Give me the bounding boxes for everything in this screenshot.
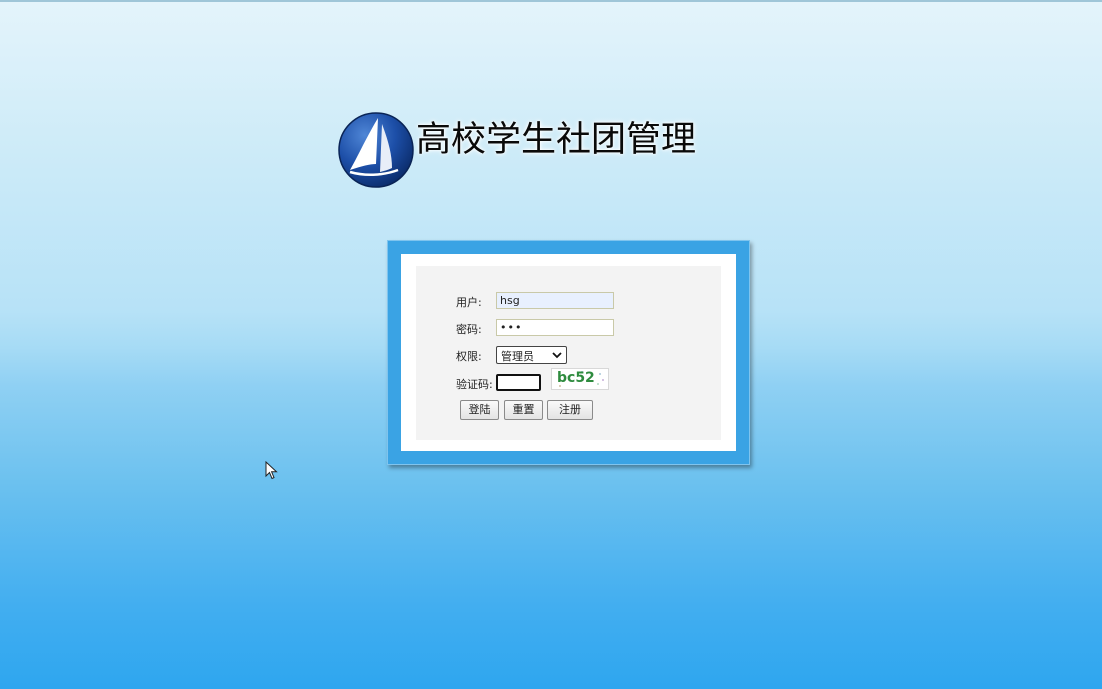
user-label: 用户: [456, 296, 482, 309]
app-title: 高校学生社团管理 [416, 120, 697, 160]
login-panel-inner: 用户: 密码: 权限: 管理员 验证码: [401, 254, 736, 451]
role-selected-value: 管理员 [501, 350, 534, 363]
register-button[interactable]: 注册 [547, 400, 593, 420]
password-input[interactable] [496, 319, 614, 336]
role-select[interactable]: 管理员 [496, 346, 567, 364]
user-input[interactable] [496, 292, 614, 309]
login-form: 用户: 密码: 权限: 管理员 验证码: [416, 266, 721, 440]
top-border-line [0, 0, 1102, 2]
captcha-text: bc52 [557, 370, 595, 386]
reset-button[interactable]: 重置 [504, 400, 543, 420]
app-header: 高校学生社团管理 [336, 110, 716, 194]
login-button[interactable]: 登陆 [460, 400, 499, 420]
password-label: 密码: [456, 323, 482, 336]
captcha-label: 验证码: [456, 378, 493, 391]
captcha-image[interactable]: bc52 [551, 368, 609, 390]
mouse-pointer-icon [265, 461, 278, 480]
captcha-input[interactable] [496, 374, 541, 391]
chevron-down-icon [552, 352, 562, 359]
role-label: 权限: [456, 350, 482, 363]
login-panel: 用户: 密码: 权限: 管理员 验证码: [387, 240, 750, 465]
sailboat-logo-icon [338, 112, 414, 188]
